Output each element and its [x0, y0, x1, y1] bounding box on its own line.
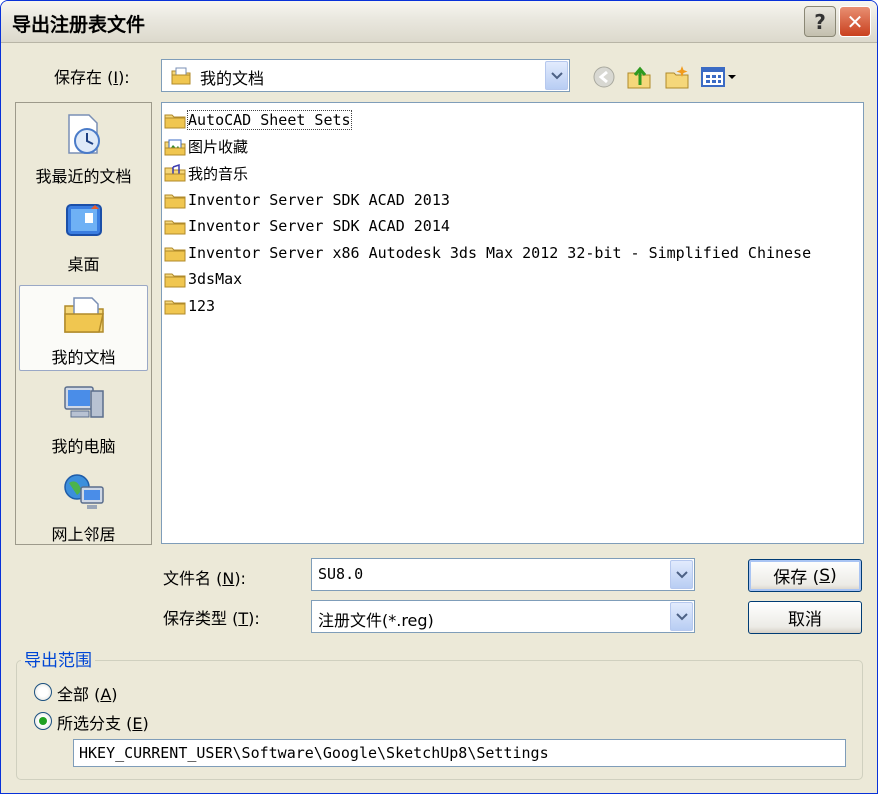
folder-icon	[164, 273, 186, 288]
filename-input[interactable]: SU8.0	[318, 565, 363, 583]
look-in-label: 保存在 (I):	[54, 64, 130, 88]
folder-icon	[164, 114, 186, 129]
look-in-dropdown-arrow[interactable]	[545, 61, 568, 90]
file-list-item[interactable]: 图片收藏	[164, 135, 248, 159]
place-my-computer[interactable]: 我的电脑	[19, 373, 148, 459]
place-label: 桌面	[67, 255, 100, 274]
filename-combo[interactable]: SU8.0	[311, 558, 695, 591]
my-documents-small-icon	[171, 67, 191, 85]
chevron-down-icon	[550, 71, 563, 79]
new-folder-icon[interactable]	[663, 63, 691, 91]
file-name: Inventor Server SDK ACAD 2014	[188, 217, 450, 235]
close-icon: ✕	[846, 9, 864, 34]
filename-label-key: N	[222, 569, 235, 588]
folder-icon	[164, 300, 186, 314]
filetype-dropdown-arrow[interactable]	[670, 602, 693, 631]
file-name: 3dsMax	[188, 270, 243, 288]
branch-path-input[interactable]: HKEY_CURRENT_USER\Software\Google\Sketch…	[73, 739, 846, 767]
recent-documents-icon	[67, 114, 100, 154]
radio-branch-label[interactable]: 所选分支 (E)	[57, 710, 149, 734]
place-label: 我的文档	[51, 348, 116, 367]
radio-selected-branch[interactable]	[34, 712, 52, 730]
place-desktop[interactable]: 桌面	[19, 191, 148, 277]
place-my-documents[interactable]: 我的文档	[19, 285, 148, 371]
up-folder-icon[interactable]	[625, 63, 653, 91]
file-list-item[interactable]: Inventor Server x86 Autodesk 3ds Max 201…	[164, 241, 811, 265]
network-places-icon	[63, 474, 104, 509]
help-icon: ?	[814, 9, 826, 34]
place-label: 网上邻居	[51, 525, 116, 544]
file-list-item[interactable]: Inventor Server SDK ACAD 2014	[164, 214, 450, 238]
export-range-legend: 导出范围	[21, 646, 95, 671]
radio-selected-dot	[39, 717, 47, 725]
my-computer-icon	[63, 386, 104, 418]
file-list[interactable]: AutoCAD Sheet Sets 图片收藏我的音乐 Inventor Serve…	[161, 102, 864, 544]
file-list-item[interactable]: AutoCAD Sheet Sets	[164, 108, 352, 132]
filename-label: 文件名 (N):	[163, 565, 246, 589]
window-title: 导出注册表文件	[12, 14, 146, 36]
file-name: 图片收藏	[188, 138, 249, 156]
folder-icon	[164, 220, 186, 235]
cancel-button-label: 取消	[788, 610, 822, 630]
file-list-item[interactable]: 我的音乐	[164, 161, 248, 185]
filename-label-prefix: 文件名 (	[163, 569, 223, 588]
file-name: 我的音乐	[188, 164, 249, 183]
radio-all[interactable]	[34, 683, 52, 701]
export-registry-dialog: 导出注册表文件 ? ✕ 保存在 (I): 我的文档 我最近的文档 桌面 我的文档…	[0, 0, 878, 794]
save-button-suffix: )	[830, 565, 837, 586]
filetype-dropdown[interactable]: 注册文件(*.reg)	[311, 600, 695, 633]
file-name: Inventor Server x86 Autodesk 3ds Max 201…	[188, 243, 812, 262]
music-folder-icon	[164, 163, 186, 182]
filetype-value: 注册文件(*.reg)	[318, 611, 434, 630]
radio-all-suffix: )	[111, 685, 118, 704]
place-label: 我最近的文档	[35, 167, 132, 186]
file-name: 123	[188, 296, 216, 315]
place-label: 我的电脑	[51, 437, 116, 456]
filetype-label-key: T	[238, 609, 249, 628]
back-icon[interactable]	[591, 65, 617, 89]
close-button[interactable]: ✕	[839, 6, 871, 37]
radio-branch-suffix: )	[142, 714, 149, 733]
save-button[interactable]: 保存 (S)	[748, 559, 862, 592]
cancel-button[interactable]: 取消	[748, 601, 862, 634]
place-recent[interactable]: 我最近的文档	[19, 103, 148, 189]
filename-dropdown-arrow[interactable]	[670, 560, 693, 589]
file-list-item[interactable]: 123	[164, 294, 215, 318]
file-name: Inventor Server SDK ACAD 2013	[188, 190, 450, 209]
place-network[interactable]: 网上邻居	[19, 461, 148, 547]
look-in-label-suffix: ):	[118, 68, 130, 87]
save-button-prefix: 保存 (	[773, 568, 820, 588]
radio-all-prefix: 全部 (	[57, 685, 101, 704]
file-name: AutoCAD Sheet Sets	[187, 110, 352, 130]
branch-path-value: HKEY_CURRENT_USER\Software\Google\Sketch…	[79, 744, 549, 762]
my-documents-icon	[63, 297, 104, 333]
look-in-label-prefix: 保存在 (	[54, 68, 114, 87]
radio-all-key: A	[100, 685, 112, 704]
radio-all-label[interactable]: 全部 (A)	[57, 681, 118, 705]
filetype-label-suffix: ):	[248, 609, 260, 628]
save-button-key: S	[819, 565, 831, 586]
view-menu-icon[interactable]	[700, 65, 738, 89]
look-in-dropdown[interactable]: 我的文档	[161, 59, 570, 92]
folder-icon	[164, 247, 186, 261]
radio-branch-prefix: 所选分支 (	[57, 714, 133, 733]
file-list-item[interactable]: 3dsMax	[164, 267, 242, 291]
title-bar[interactable]: 导出注册表文件 ? ✕	[1, 1, 877, 43]
filetype-label-prefix: 保存类型 (	[163, 609, 239, 628]
filetype-label: 保存类型 (T):	[163, 605, 260, 629]
folder-icon	[164, 194, 186, 208]
look-in-value: 我的文档	[200, 69, 265, 88]
chevron-down-icon	[675, 612, 688, 620]
help-button[interactable]: ?	[804, 6, 836, 37]
desktop-icon	[65, 204, 102, 236]
file-list-item[interactable]: Inventor Server SDK ACAD 2013	[164, 188, 450, 212]
radio-branch-key: E	[132, 714, 143, 733]
pictures-folder-icon	[164, 139, 186, 155]
places-bar: 我最近的文档 桌面 我的文档 我的电脑 网上邻居	[15, 102, 152, 545]
chevron-down-icon	[675, 570, 688, 578]
filename-label-suffix: ):	[234, 569, 246, 588]
